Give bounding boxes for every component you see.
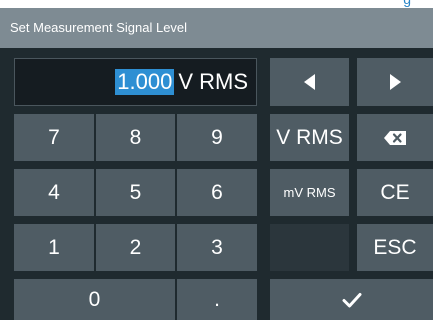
dialog-title-bar: Set Measurement Signal Level	[0, 8, 433, 48]
digit-7-button[interactable]: 7	[14, 114, 94, 161]
digit-3-button[interactable]: 3	[177, 224, 257, 271]
empty-key-slot	[270, 224, 349, 271]
digit-8-button[interactable]: 8	[96, 114, 175, 161]
arrow-left-icon	[304, 74, 315, 90]
entry-unit: V RMS	[178, 69, 248, 94]
measurement-level-dialog: g Set Measurement Signal Level 1.000 V R…	[0, 0, 433, 320]
digit-5-button[interactable]: 5	[96, 169, 175, 216]
background-page-strip: g	[0, 0, 433, 8]
digit-9-button[interactable]: 9	[177, 114, 257, 161]
digit-2-button[interactable]: 2	[96, 224, 175, 271]
escape-button[interactable]: ESC	[357, 224, 433, 271]
confirm-button[interactable]	[270, 279, 433, 320]
digit-0-button[interactable]: 0	[14, 279, 175, 320]
cursor-right-button[interactable]	[357, 58, 433, 106]
unit-v-rms-button[interactable]: V RMS	[270, 114, 349, 161]
entry-value-selected: 1.000	[115, 69, 175, 95]
arrow-right-icon	[389, 74, 401, 90]
value-entry-field[interactable]: 1.000 V RMS	[14, 58, 257, 106]
backspace-icon	[384, 130, 406, 145]
decimal-point-button[interactable]: .	[177, 279, 257, 320]
digit-4-button[interactable]: 4	[14, 169, 94, 216]
checkmark-icon	[342, 292, 361, 307]
unit-mv-rms-button[interactable]: mV RMS	[270, 169, 349, 216]
cursor-left-button[interactable]	[270, 58, 349, 106]
backspace-button[interactable]	[357, 114, 433, 161]
background-link-fragment: g	[403, 0, 411, 7]
digit-6-button[interactable]: 6	[177, 169, 257, 216]
clear-entry-button[interactable]: CE	[357, 169, 433, 216]
dialog-title: Set Measurement Signal Level	[10, 20, 188, 35]
digit-1-button[interactable]: 1	[14, 224, 94, 271]
